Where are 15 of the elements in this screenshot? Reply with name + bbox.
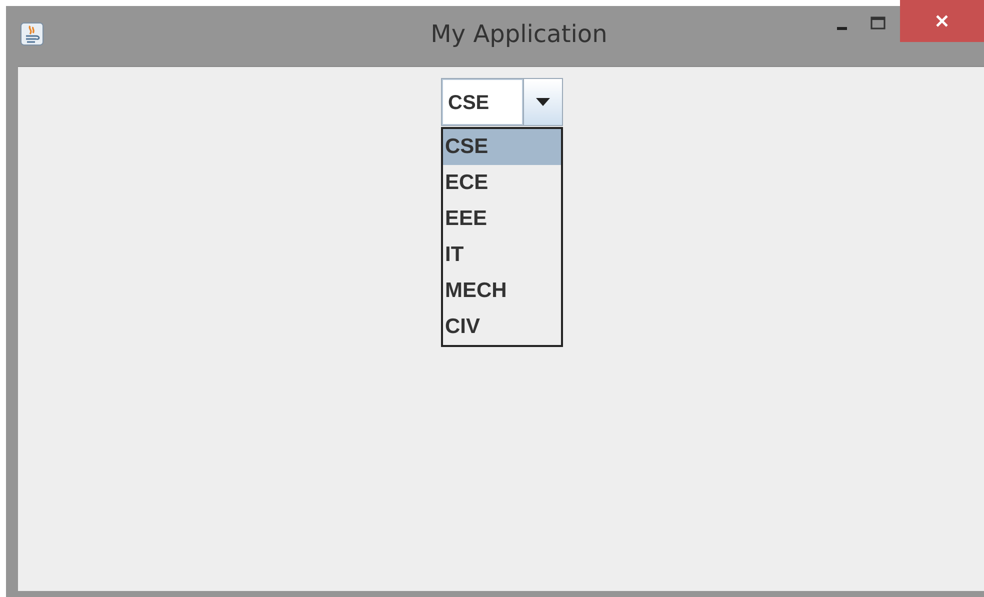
dropdown-option[interactable]: CIV [443, 309, 561, 345]
dropdown-option[interactable]: IT [443, 237, 561, 273]
close-icon [935, 14, 949, 28]
dropdown-option[interactable]: CSE [443, 129, 561, 165]
dropdown-option[interactable]: MECH [443, 273, 561, 309]
dropdown-arrow-button[interactable] [523, 79, 562, 125]
minimize-icon [837, 26, 847, 30]
caret-icon [535, 97, 551, 107]
coffee-cup-icon [20, 22, 44, 46]
maximize-icon [870, 16, 886, 30]
dropdown-option[interactable]: EEE [443, 201, 561, 237]
window-title: My Application [430, 20, 608, 48]
dropdown[interactable]: CSE [441, 78, 563, 126]
dropdown-value: CSE [442, 79, 523, 125]
dropdown-option[interactable]: ECE [443, 165, 561, 201]
